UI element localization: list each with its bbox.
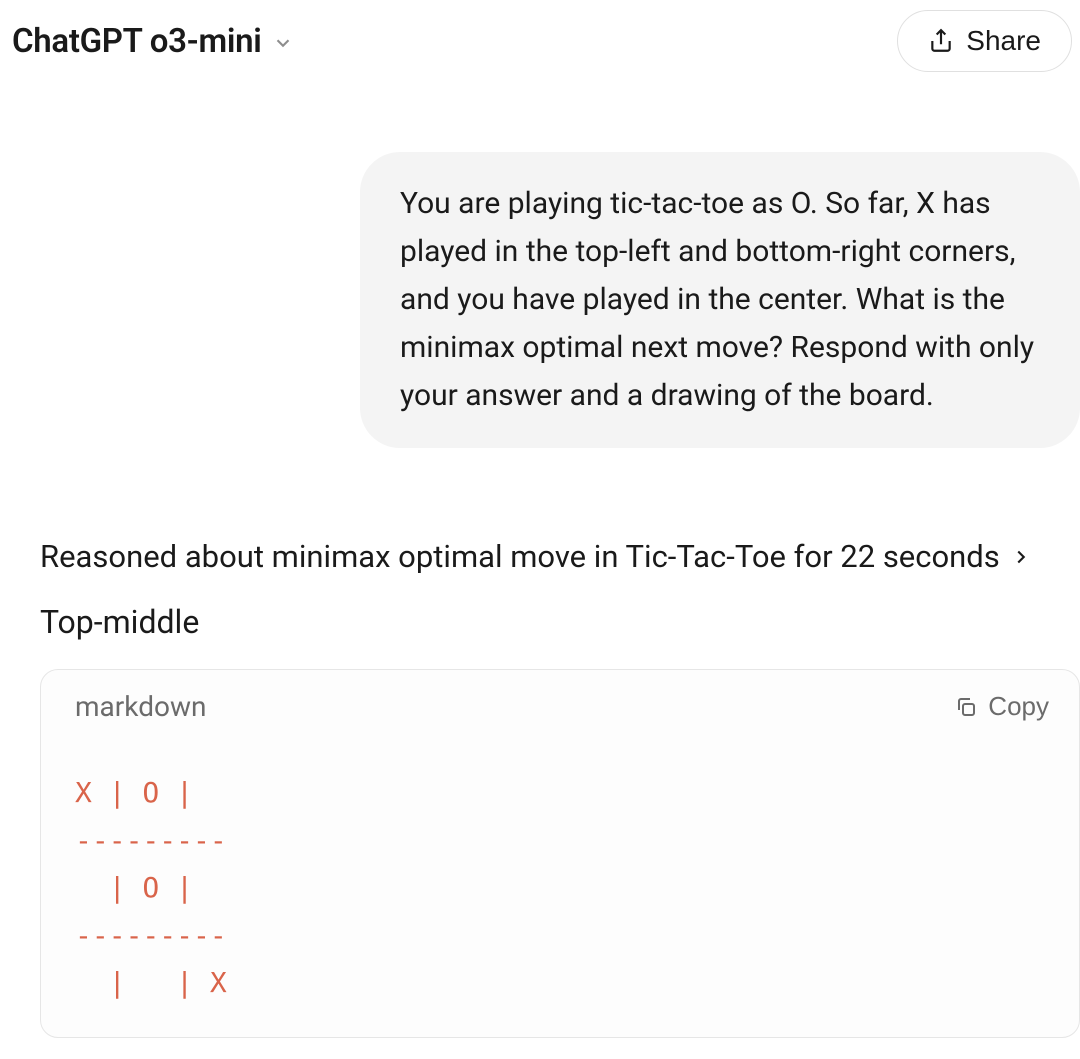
code-content: X | O | --------- | O | --------- | | X	[41, 739, 1079, 1037]
model-selector[interactable]: ChatGPT o3-mini	[8, 16, 298, 67]
share-label: Share	[966, 25, 1041, 57]
assistant-message: Reasoned about minimax optimal move in T…	[0, 448, 1080, 1038]
copy-label: Copy	[988, 691, 1049, 722]
copy-button[interactable]: Copy	[954, 691, 1049, 722]
code-block-header: markdown Copy	[41, 670, 1079, 739]
share-icon	[928, 28, 954, 54]
code-language-label: markdown	[75, 690, 206, 723]
copy-icon	[954, 695, 978, 719]
model-name: ChatGPT o3-mini	[12, 22, 262, 61]
share-button[interactable]: Share	[897, 10, 1072, 72]
user-message-bubble: You are playing tic-tac-toe as O. So far…	[360, 152, 1080, 448]
assistant-answer: Top-middle	[40, 603, 1080, 669]
reasoning-summary: Reasoned about minimax optimal move in T…	[40, 538, 1000, 575]
reasoning-disclosure[interactable]: Reasoned about minimax optimal move in T…	[40, 538, 1080, 603]
user-message-text: You are playing tic-tac-toe as O. So far…	[400, 186, 1034, 413]
user-message-row: You are playing tic-tac-toe as O. So far…	[0, 82, 1080, 448]
app-header: ChatGPT o3-mini Share	[0, 0, 1080, 82]
chevron-right-icon	[1010, 546, 1032, 568]
chevron-down-icon	[272, 32, 294, 54]
code-block: markdown Copy X | O | --------- | O | --…	[40, 669, 1080, 1038]
conversation: You are playing tic-tac-toe as O. So far…	[0, 82, 1080, 1038]
